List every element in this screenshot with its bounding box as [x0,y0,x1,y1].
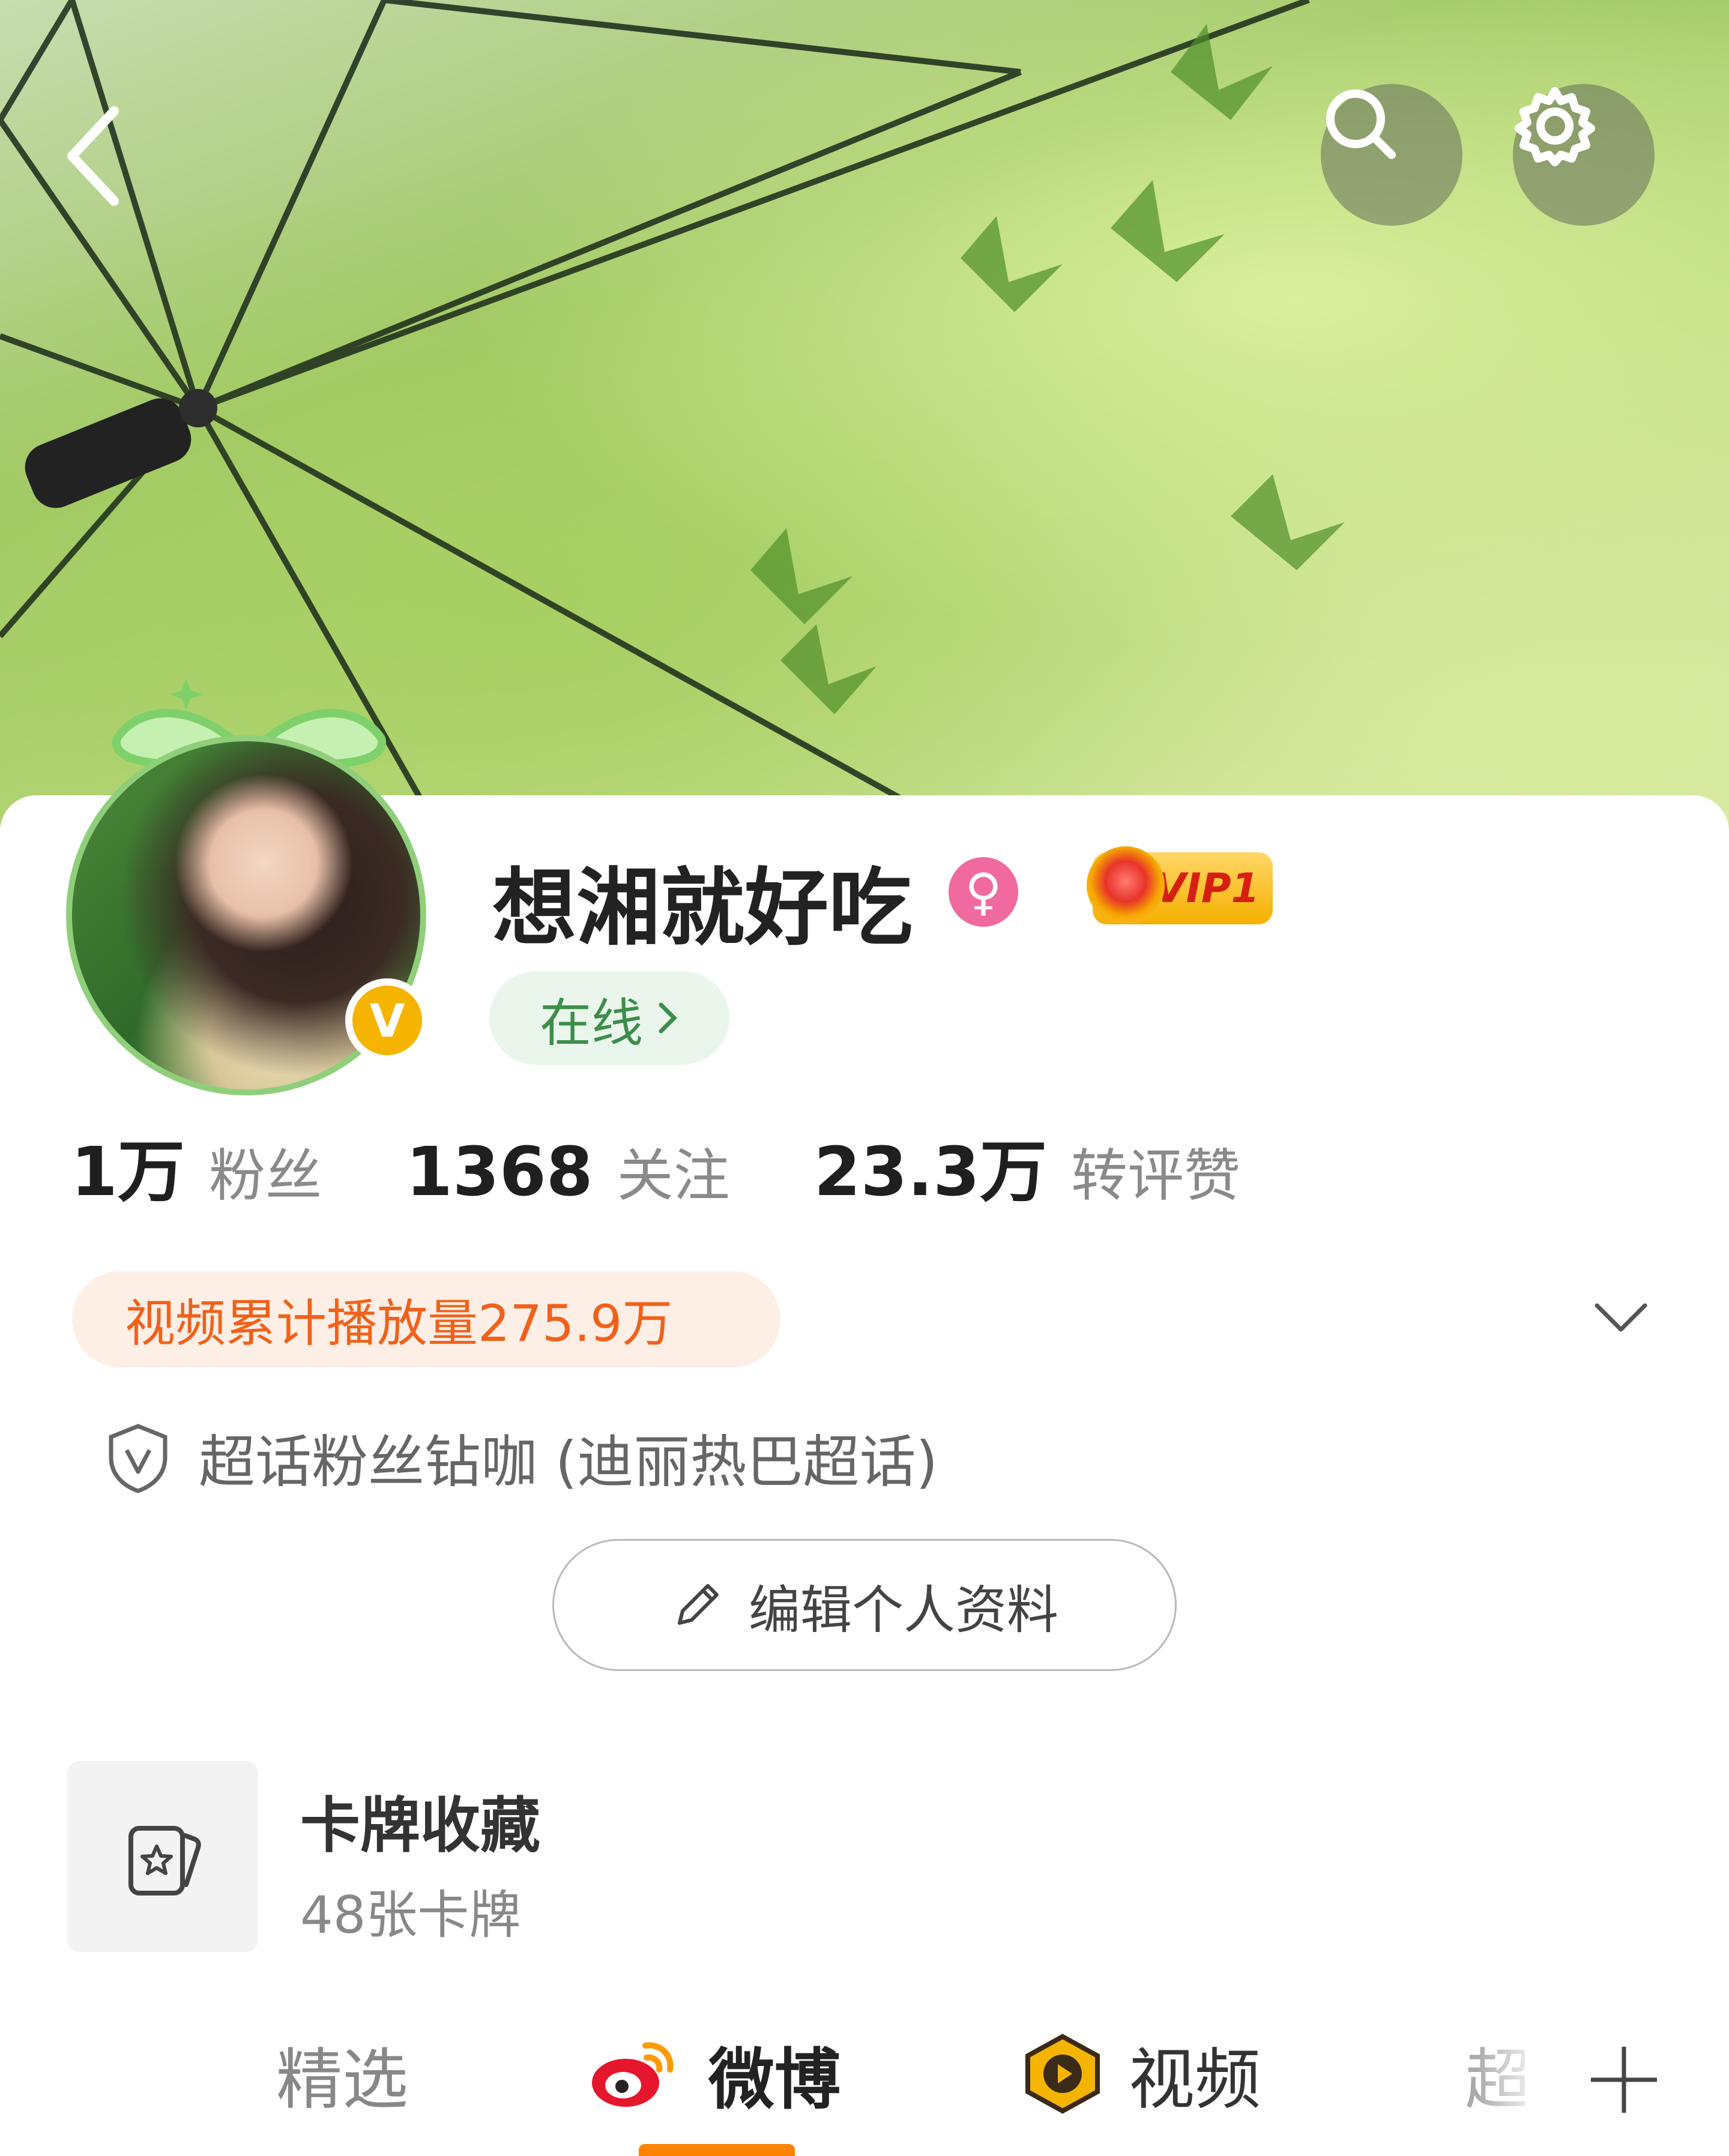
avatar-wrapper[interactable]: V [57,666,441,1095]
stat-label: 转评赞 [1071,1143,1241,1209]
settings-button[interactable] [1513,84,1655,226]
vip-label: VIP1 [1154,864,1260,912]
expand-button[interactable] [1591,1296,1651,1338]
username: 想湘就好吃 [492,860,913,957]
tab-fade-overlay [1477,2017,1573,2149]
plus-icon [1591,2047,1657,2113]
fan-title-row[interactable]: 超话粉丝钻咖 (迪丽热巴超话) [105,1417,938,1498]
stat-label: 关注 [617,1143,730,1209]
chevron-right-icon [659,1002,677,1034]
stat-followers[interactable]: 1万 粉丝 [71,1118,322,1215]
stat-value: 23.3万 [813,1133,1048,1211]
card-collection-title[interactable]: 卡牌收藏 [300,1777,540,1864]
v-verified-icon: V [345,978,429,1062]
tab-label: 微博 [708,2041,840,2118]
stat-label: 粉丝 [208,1143,322,1209]
video-plays-badge[interactable]: 视频累计播放量275.9万 [72,1271,780,1367]
tab-video[interactable]: 视频 [1021,2029,1261,2119]
chevron-down-icon [1595,1303,1647,1332]
pencil-icon [678,1584,719,1625]
shield-icon [109,1424,167,1493]
profile-tabs: 精选 微博 视频 超 [0,2029,1729,2156]
tab-featured[interactable]: 精选 [276,2029,408,2119]
search-icon [1326,89,1396,159]
video-play-icon [1025,2034,1100,2114]
card-collection-count: 48张卡牌 [300,1885,521,1945]
edit-profile-button[interactable]: 编辑个人资料 [552,1539,1177,1671]
search-button[interactable] [1321,84,1462,226]
tab-active-indicator [639,2144,795,2156]
stat-following[interactable]: 1368 关注 [406,1130,730,1212]
crown-icon [1087,846,1165,924]
vip-badge[interactable]: VIP1 [1087,846,1273,924]
stat-interactions[interactable]: 23.3万 转评赞 [814,1118,1240,1215]
online-status-button[interactable]: 在线 [489,971,729,1065]
card-collection-tile[interactable] [67,1761,258,1952]
card-star-icon [128,1826,201,1896]
edit-profile-label: 编辑个人资料 [749,1580,1058,1640]
stat-value: 1万 [71,1133,185,1211]
tab-label: 视频 [1129,2041,1261,2118]
stat-value: 1368 [405,1133,593,1211]
tab-weibo[interactable]: 微博 [588,2029,840,2119]
online-label: 在线 [540,993,643,1053]
weibo-icon [592,2042,674,2107]
chevron-left-icon [67,106,119,206]
female-icon: ♀ [949,857,1018,927]
gear-icon [1515,87,1595,166]
back-button[interactable] [54,102,132,210]
profile-stats: 1万 粉丝 1368 关注 23.3万 转评赞 [71,1118,1240,1215]
add-tab-button[interactable] [1585,2041,1663,2119]
tab-label: 精选 [276,2041,408,2118]
fan-title-label: 超话粉丝钻咖 (迪丽热巴超话) [199,1430,938,1495]
